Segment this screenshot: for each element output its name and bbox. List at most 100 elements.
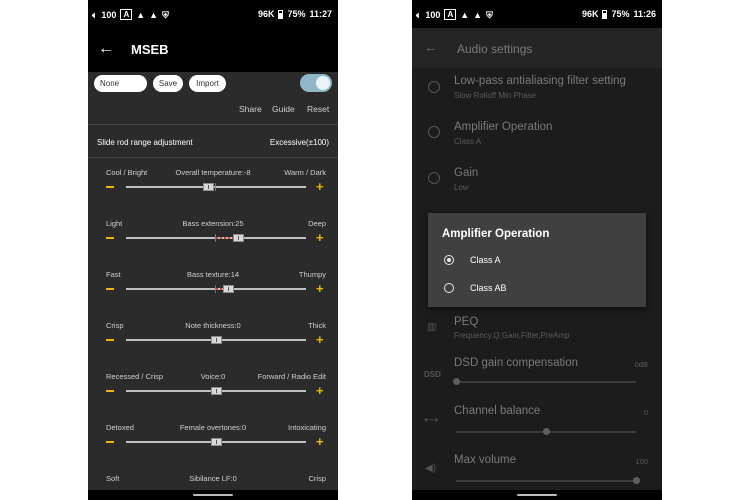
mseb-toggle[interactable] (300, 74, 332, 92)
slider-thumb[interactable] (210, 336, 222, 344)
battery-icon (278, 9, 284, 19)
volume-slider-thumb[interactable] (632, 477, 640, 484)
plus-icon[interactable]: + (316, 180, 324, 193)
slider-right-label: Thick (308, 321, 326, 330)
slider-thumb[interactable] (223, 285, 235, 293)
plus-icon[interactable]: + (316, 333, 324, 346)
battery-level: 75% (287, 9, 306, 19)
radio-button[interactable] (444, 255, 454, 265)
notification-a-icon: ▲ (473, 9, 483, 20)
minus-icon[interactable] (106, 186, 114, 188)
amplifier-operation-dialog: Amplifier Operation Class A Class AB (428, 213, 646, 307)
sample-rate: 96K (257, 9, 275, 19)
speaker-icon: ◀) (425, 463, 437, 474)
clock: 11:26 (633, 9, 656, 19)
plus-icon[interactable]: + (316, 282, 324, 295)
slider-left-label: Crisp (106, 321, 124, 330)
battery-icon (602, 9, 608, 19)
option-label: Class AB (470, 283, 507, 293)
setting-title: DSD gain compensation (454, 357, 579, 369)
back-arrow-icon[interactable]: ← (98, 40, 114, 58)
minus-icon[interactable] (106, 390, 114, 392)
plus-icon[interactable]: + (316, 384, 324, 397)
eq-icon: ▥ (427, 322, 437, 333)
back-arrow-icon[interactable]: ← (424, 39, 438, 55)
setting-title: Low-pass antialiasing filter setting (454, 75, 626, 87)
range-label: Slide rod range adjustment (97, 138, 193, 147)
slider-thumb[interactable] (233, 234, 244, 242)
setting-value: Low (454, 183, 469, 192)
slider-track[interactable] (126, 186, 306, 188)
notification-a-icon: ▲ (460, 9, 470, 20)
shield-icon: ⛨ (486, 9, 493, 20)
dsd-slider-track[interactable] (456, 381, 636, 383)
clock: 11:27 (309, 9, 332, 19)
gain-icon (428, 172, 440, 184)
minus-icon[interactable] (106, 288, 114, 290)
share-button[interactable]: Share (239, 104, 262, 114)
page-title: MSEB (131, 42, 169, 57)
app-bar: ← Audio settings (412, 28, 662, 68)
plus-icon[interactable]: + (316, 435, 324, 448)
setting-value: 100 (635, 457, 648, 466)
a-box-icon: A (120, 9, 133, 20)
setting-value: 0dB (634, 360, 648, 369)
page-title: Audio settings (457, 42, 533, 56)
setting-title: Channel balance (454, 405, 541, 417)
home-handle[interactable] (517, 494, 557, 496)
notification-a-icon: ▲ (136, 9, 146, 20)
save-button[interactable]: Save (153, 75, 183, 92)
volume-level: 100 (101, 9, 117, 20)
slider-thumb[interactable] (203, 183, 215, 191)
toggle-knob (316, 76, 330, 90)
volume-level: 100 (425, 9, 441, 20)
slider-left-label: Light (106, 219, 123, 228)
shield-icon: ⛨ (162, 9, 169, 20)
slider-thumb[interactable] (210, 438, 222, 446)
balance-icon: ⟷ (424, 415, 439, 426)
dsd-slider-thumb[interactable] (452, 378, 460, 385)
slider-left-label: Cool / Bright (106, 168, 148, 177)
slider-center-label: Overall temperature:-8 (175, 168, 251, 177)
setting-value: Slow Rolloff Min Phase (454, 91, 537, 100)
slider-right-label: Crisp (308, 474, 326, 483)
sample-rate: 96K (581, 9, 599, 19)
minus-icon[interactable] (106, 339, 114, 341)
dsd-icon: DSD (424, 370, 441, 379)
volume-icon: 🔈︎ (416, 9, 422, 20)
volume-slider-track[interactable] (456, 480, 636, 482)
plus-icon[interactable]: + (316, 231, 324, 244)
slider-center-label: Bass extension:25 (182, 219, 244, 228)
setting-title: Gain (454, 167, 479, 179)
notification-a-icon: ▲ (149, 9, 159, 20)
reset-button[interactable]: Reset (307, 104, 329, 114)
slider-right-label: Forward / Radio Edit (257, 372, 326, 381)
option-label: Class A (470, 255, 501, 265)
slider-left-label: Soft (106, 474, 120, 483)
minus-icon[interactable] (106, 441, 114, 443)
volume-icon: 🔈︎ (92, 9, 98, 20)
battery-level: 75% (611, 9, 630, 19)
slider-right-label: Thumpy (298, 270, 326, 279)
dialog-title: Amplifier Operation (442, 228, 550, 240)
slider-right-label: Deep (308, 219, 326, 228)
slider-center-label: Sibilance LF:0 (189, 474, 237, 483)
slider-thumb[interactable] (210, 387, 222, 395)
divider (88, 124, 338, 125)
amplifier-icon (428, 126, 440, 138)
balance-slider-thumb[interactable] (542, 428, 550, 435)
guide-button[interactable]: Guide (272, 104, 295, 114)
minus-icon[interactable] (106, 237, 114, 239)
home-handle[interactable] (193, 494, 233, 496)
range-value[interactable]: Excessive(±100) (270, 138, 329, 147)
navigation-bar (88, 490, 338, 500)
import-button[interactable]: Import (189, 75, 226, 92)
slider-right-label: Intoxicating (288, 423, 326, 432)
slider-center-label: Female overtones:0 (179, 423, 247, 432)
status-bar: 🔈︎ 100 A ▲ ▲ ⛨ 96K 75% 11:27 (88, 0, 338, 28)
setting-title: Max volume (454, 454, 516, 466)
slider-center-label: Bass texture:14 (186, 270, 240, 279)
radio-button[interactable] (444, 283, 454, 293)
preset-name-field[interactable]: None (94, 75, 147, 92)
mseb-screen: 🔈︎ 100 A ▲ ▲ ⛨ 96K 75% 11:27 ← MSEB None… (88, 0, 338, 500)
